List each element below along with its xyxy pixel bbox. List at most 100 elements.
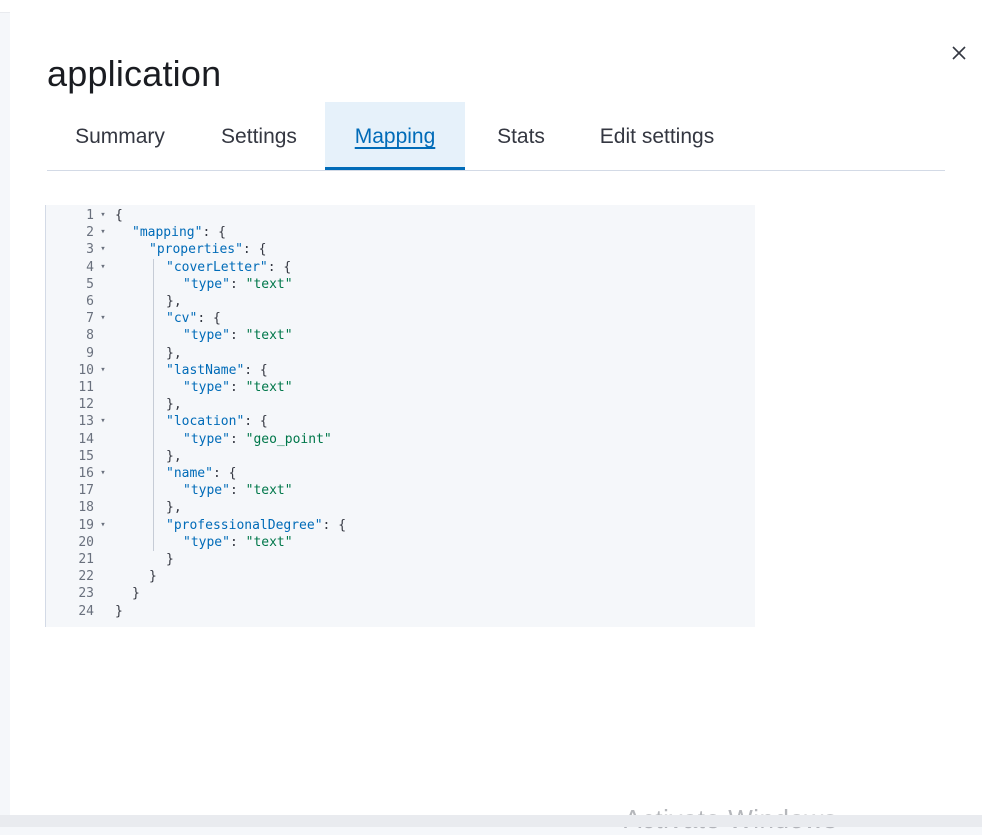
json-punctuation: : [229, 380, 246, 395]
json-punctuation: : [229, 483, 246, 499]
code-text: } [149, 568, 157, 585]
line-number: 17 [78, 483, 94, 499]
json-punctuation: : [229, 431, 246, 447]
code-line: 23} [46, 585, 755, 602]
code-text: "type": "geo_point" [183, 431, 332, 448]
line-number: 8 [86, 328, 94, 344]
json-string: "text" [245, 380, 293, 395]
fold-toggle-icon[interactable]: ▾ [96, 259, 110, 276]
mapping-code-editor[interactable]: 1 ▾{2 ▾ "mapping": {3 ▾ "properties": {4 ▾ "cov… [45, 205, 755, 627]
code-text: "type": "text" [183, 276, 293, 293]
json-punctuation: : { [212, 466, 237, 481]
code-text: } [115, 603, 123, 620]
fold-toggle-icon[interactable]: ▾ [96, 224, 110, 241]
json-key: "professionalDegree" [166, 517, 323, 533]
code-text: "professionalDegree": { [166, 517, 346, 534]
line-number: 23 [78, 586, 94, 602]
line-number: 4 [86, 259, 94, 275]
code-line: 2 ▾ "mapping": { [46, 224, 755, 241]
code-text: "coverLetter": { [166, 259, 291, 276]
fold-toggle-icon[interactable]: ▾ [96, 362, 110, 379]
json-key: "lastName" [166, 362, 245, 378]
tab-mapping[interactable]: Mapping [325, 102, 465, 170]
json-string: "text" [245, 483, 293, 499]
code-text: "cv": { [166, 310, 221, 327]
code-line: 3 ▾ "properties": { [46, 241, 755, 258]
indent-guide [153, 258, 154, 551]
json-punctuation: }, [166, 294, 182, 309]
line-number: 10 [78, 362, 94, 378]
code-text: }, [166, 293, 182, 310]
json-string: "text" [245, 534, 293, 550]
json-punctuation: : { [242, 242, 267, 258]
json-key: "coverLetter" [166, 259, 268, 275]
json-key: "type" [183, 276, 230, 292]
line-number: 24 [78, 603, 94, 619]
line-number: 7 [86, 311, 94, 327]
bottom-edge [0, 815, 982, 827]
fold-toggle-icon[interactable]: ▾ [96, 413, 110, 430]
json-punctuation: } [132, 586, 140, 602]
json-punctuation: : [229, 276, 246, 292]
code-line: 22} [46, 568, 755, 585]
json-key: "location" [166, 414, 245, 430]
tab-stats[interactable]: Stats [465, 102, 577, 170]
code-line: 24} [46, 603, 755, 620]
json-punctuation: }, [166, 345, 182, 361]
code-text: "mapping": { [132, 224, 226, 241]
line-number: 3 [86, 242, 94, 258]
json-punctuation: { [115, 208, 123, 223]
close-button[interactable] [946, 40, 972, 66]
json-key: "cv" [166, 311, 198, 327]
line-number: 11 [78, 380, 94, 395]
code-text: "type": "text" [183, 327, 293, 344]
json-string: "geo_point" [245, 431, 332, 447]
close-icon [952, 46, 966, 60]
line-number: 1 [86, 208, 94, 223]
json-string: "text" [245, 328, 293, 344]
json-punctuation: : { [244, 414, 268, 430]
json-punctuation: }, [166, 397, 182, 413]
json-key: "mapping" [132, 225, 203, 241]
json-string: "text" [245, 276, 293, 292]
tab-bar: Summary Settings Mapping Stats Edit sett… [47, 102, 945, 171]
json-punctuation: : { [267, 259, 292, 275]
fold-toggle-icon[interactable]: ▾ [96, 310, 110, 327]
json-punctuation: }, [166, 448, 182, 464]
tab-settings[interactable]: Settings [193, 102, 325, 170]
code-text: "type": "text" [183, 482, 293, 499]
code-line: 1 ▾ { [46, 207, 755, 224]
tab-summary[interactable]: Summary [47, 102, 193, 170]
code-text: }, [166, 499, 182, 516]
code-text: "properties": { [149, 241, 266, 258]
json-key: "type" [183, 431, 230, 447]
code-text: "type": "text" [183, 534, 293, 551]
line-number: 14 [78, 431, 94, 447]
line-number: 15 [78, 448, 94, 464]
line-number: 13 [78, 414, 94, 430]
fold-toggle-icon[interactable]: ▾ [96, 465, 110, 482]
line-number: 21 [78, 552, 94, 567]
fold-toggle-icon[interactable]: ▾ [96, 241, 110, 258]
code-text: }, [166, 345, 182, 362]
line-number: 16 [78, 466, 94, 481]
code-text: }, [166, 396, 182, 413]
fold-toggle-icon[interactable]: ▾ [96, 517, 110, 534]
line-number: 2 [86, 225, 94, 241]
json-punctuation: : [229, 534, 246, 550]
json-punctuation: } [166, 552, 174, 567]
line-number: 20 [78, 534, 94, 550]
json-punctuation: } [149, 569, 157, 585]
json-punctuation: : { [202, 225, 226, 241]
json-key: "type" [183, 483, 230, 499]
code-text: "type": "text" [183, 379, 293, 396]
line-number: 22 [78, 569, 94, 585]
fold-toggle-icon[interactable]: ▾ [96, 207, 110, 224]
json-punctuation: }, [166, 500, 182, 516]
json-key: "name" [166, 466, 213, 481]
json-key: "type" [183, 534, 230, 550]
tab-edit-settings[interactable]: Edit settings [577, 102, 737, 170]
code-text: { [115, 207, 123, 224]
line-number: 18 [78, 500, 94, 516]
json-punctuation: } [115, 603, 123, 619]
